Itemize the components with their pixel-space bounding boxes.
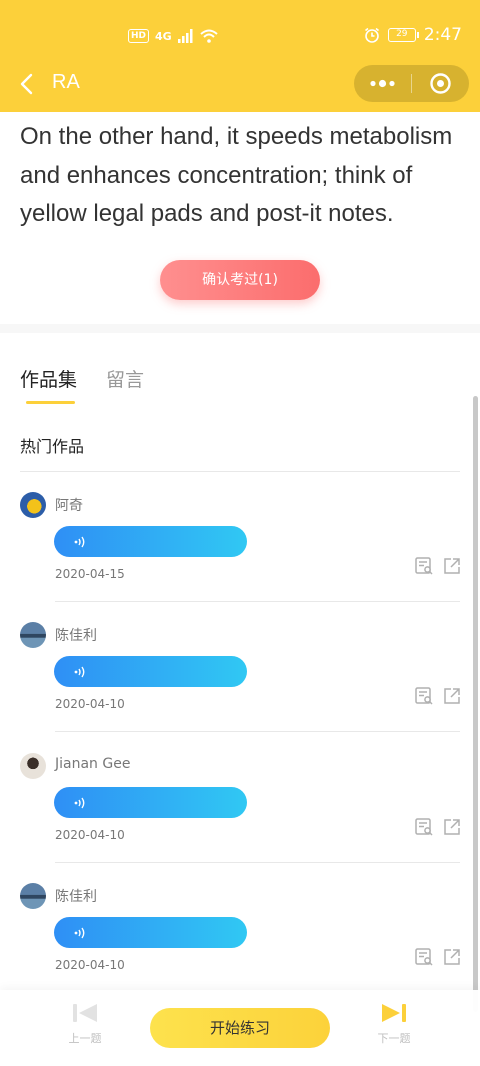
hot-works-title: 热门作品 <box>20 437 85 456</box>
clock: 2:47 <box>423 25 462 45</box>
divider <box>55 862 460 863</box>
sound-wave-icon <box>74 797 85 809</box>
document-detail-icon[interactable] <box>414 556 434 576</box>
author-name: 阿奇 <box>55 498 83 514</box>
author-name: 陈佳利 <box>55 889 97 905</box>
share-icon[interactable] <box>442 947 462 967</box>
tab-comments[interactable]: 留言 <box>106 365 144 392</box>
divider <box>55 601 460 602</box>
next-label: 下一题 <box>377 1032 411 1045</box>
active-tab-indicator <box>26 401 75 404</box>
share-icon[interactable] <box>442 556 462 576</box>
chevron-left-icon[interactable] <box>16 72 40 96</box>
document-detail-icon[interactable] <box>414 686 434 706</box>
work-date: 2020-04-10 <box>55 828 125 842</box>
sound-wave-icon <box>74 927 85 939</box>
tab-works[interactable]: 作品集 <box>20 365 77 392</box>
sound-wave-icon <box>74 666 85 678</box>
divider <box>55 731 460 732</box>
avatar[interactable] <box>20 492 46 518</box>
status-bar: HD 4G 29 2:47 <box>0 0 480 70</box>
prev-label: 上一题 <box>68 1032 102 1045</box>
next-question-button[interactable]: 下一题 <box>364 1002 424 1046</box>
battery-icon: 29 <box>387 28 419 42</box>
work-date: 2020-04-15 <box>55 567 125 581</box>
author-name: 陈佳利 <box>55 628 97 644</box>
wifi-icon <box>200 29 218 43</box>
audio-player[interactable] <box>54 787 247 818</box>
share-icon[interactable] <box>442 686 462 706</box>
alarm-icon <box>364 27 379 43</box>
network-type: 4G <box>155 29 172 43</box>
share-icon[interactable] <box>442 817 462 837</box>
audio-player[interactable] <box>54 656 247 687</box>
page-title: RA <box>52 71 80 93</box>
sound-wave-icon <box>74 536 85 548</box>
work-date: 2020-04-10 <box>55 958 125 972</box>
device-status: 29 2:47 <box>364 24 462 46</box>
network-status: HD 4G <box>128 26 218 46</box>
bottom-bar: 上一题 开始练习 下一题 <box>0 990 480 1066</box>
passage-text: On the other hand, it speeds metabolism … <box>20 123 453 227</box>
work-item: 阿奇 2020-04-15 <box>0 492 480 622</box>
work-date: 2020-04-10 <box>55 697 125 711</box>
work-item: 陈佳利 2020-04-10 <box>0 622 480 752</box>
close-button[interactable] <box>412 65 469 102</box>
audio-player[interactable] <box>54 526 247 557</box>
confirm-passed-button[interactable]: 确认考过(1) <box>160 260 320 300</box>
divider <box>20 471 460 472</box>
hd-badge: HD <box>128 29 150 43</box>
nav-bar: RA <box>0 62 480 106</box>
signal-icon <box>177 29 193 43</box>
section-divider <box>0 324 480 333</box>
document-detail-icon[interactable] <box>414 947 434 967</box>
audio-player[interactable] <box>54 917 247 948</box>
previous-icon <box>73 1004 97 1022</box>
avatar[interactable] <box>20 883 46 909</box>
author-name: Jianan Gee <box>55 756 131 772</box>
target-circle-icon <box>430 73 451 94</box>
document-detail-icon[interactable] <box>414 817 434 837</box>
prev-question-button[interactable]: 上一题 <box>55 1002 115 1046</box>
work-item: Jianan Gee 2020-04-10 <box>0 753 480 883</box>
top-bar: HD 4G 29 2:47 RA <box>0 0 480 112</box>
next-icon <box>382 1004 406 1022</box>
avatar[interactable] <box>20 753 46 779</box>
avatar[interactable] <box>20 622 46 648</box>
more-button[interactable] <box>354 65 411 102</box>
scrollbar[interactable] <box>473 396 478 1012</box>
more-dots-icon <box>370 79 395 88</box>
miniprogram-capsule <box>354 65 469 102</box>
start-practice-button[interactable]: 开始练习 <box>150 1008 330 1048</box>
